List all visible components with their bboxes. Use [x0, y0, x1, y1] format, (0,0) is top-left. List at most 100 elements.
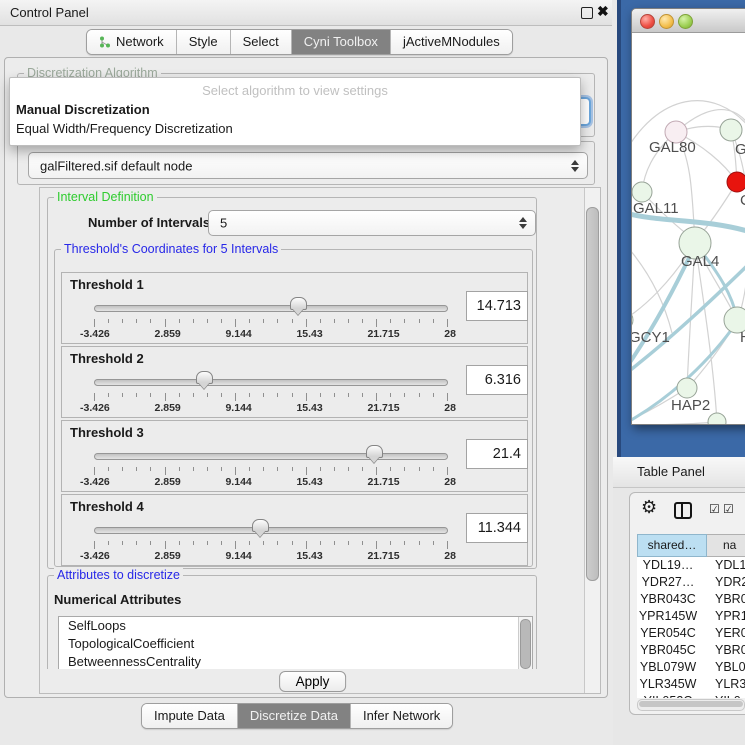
slider-handle[interactable]	[290, 297, 307, 310]
cell-shared-name[interactable]: YDL19…	[637, 557, 699, 574]
cell-name[interactable]: YDR2	[699, 574, 745, 591]
table-row[interactable]: YIL052CYIL0	[637, 693, 745, 698]
cell-shared-name[interactable]: YLR345W	[637, 676, 699, 693]
table-data-combobox[interactable]: galFiltered.sif default node	[28, 152, 588, 179]
tab-select[interactable]: Select	[231, 30, 292, 54]
checkbox-icon[interactable]: ☑	[723, 502, 734, 516]
tab-cyni-toolbox[interactable]: Cyni Toolbox	[292, 30, 391, 54]
combo-arrows-icon	[571, 160, 579, 172]
attribute-item[interactable]: SelfLoops	[59, 617, 532, 635]
cell-name[interactable]: YLR3	[699, 676, 745, 693]
threshold-slider[interactable]: -3.4262.8599.14415.4321.71528	[94, 517, 448, 563]
network-node[interactable]	[727, 172, 745, 192]
window-zoom-icon[interactable]	[678, 14, 693, 29]
cell-name[interactable]: YPR1	[699, 608, 745, 625]
cell-name[interactable]: YBR0	[699, 642, 745, 659]
slider-handle[interactable]	[252, 519, 269, 532]
number-of-intervals-combobox[interactable]: 5	[208, 210, 536, 236]
close-icon[interactable]: ✖	[597, 3, 609, 20]
threshold-label: Threshold 1	[70, 277, 144, 292]
window-minimize-icon[interactable]	[659, 14, 674, 29]
slider-ticks	[94, 541, 448, 550]
threshold-slider[interactable]: -3.4262.8599.14415.4321.71528	[94, 295, 448, 341]
popup-hint: Select algorithm to view settings	[10, 83, 580, 98]
threshold-value-input[interactable]: 6.316	[466, 365, 528, 395]
attribute-item[interactable]: TopologicalCoefficient	[59, 635, 532, 653]
tab-infer-network[interactable]: Infer Network	[351, 704, 452, 728]
cell-name[interactable]: YIL0	[699, 693, 745, 698]
tick-label: 2.859	[154, 550, 180, 562]
cell-shared-name[interactable]: YBR045C	[637, 642, 699, 659]
column-header-name[interactable]: na	[707, 534, 745, 557]
numerical-attributes-list[interactable]: SelfLoopsTopologicalCoefficientBetweenne…	[58, 616, 533, 674]
table-panel-title: Table Panel	[637, 464, 705, 479]
table-data-group: Table Data galFiltered.sif default node	[17, 141, 595, 185]
apply-band: Apply	[40, 669, 585, 693]
network-node[interactable]	[720, 119, 742, 141]
cell-name[interactable]: YBL0	[699, 659, 745, 676]
table-row[interactable]: YER054CYER0	[637, 625, 745, 642]
cell-name[interactable]: YBR0	[699, 591, 745, 608]
tab-style[interactable]: Style	[177, 30, 231, 54]
window-close-icon[interactable]	[640, 14, 655, 29]
threshold-panel: Threshold 2 -3.4262.8599.14415.4321.7152…	[61, 346, 528, 418]
network-icon	[99, 36, 111, 48]
cell-name[interactable]: YDL1	[699, 557, 745, 574]
cell-shared-name[interactable]: YIL052C	[637, 693, 699, 698]
table-rows: YDL19…YDL1YDR27…YDR2YBR043CYBR0YPR145WYP…	[637, 557, 745, 698]
table-row[interactable]: YBR043CYBR0	[637, 591, 745, 608]
settings-scrollbar[interactable]	[584, 188, 600, 693]
popup-item-manual-discretization[interactable]: Manual Discretization	[16, 102, 150, 117]
slider-handle[interactable]	[366, 445, 383, 458]
network-node[interactable]	[677, 378, 697, 398]
column-layout-icon[interactable]	[674, 502, 692, 519]
threshold-slider[interactable]: -3.4262.8599.14415.4321.71528	[94, 369, 448, 415]
apply-button[interactable]: Apply	[279, 671, 347, 692]
table-data-value: galFiltered.sif default node	[40, 158, 192, 173]
table-row[interactable]: YBR045CYBR0	[637, 642, 745, 659]
tick-label: -3.426	[80, 550, 110, 562]
cell-shared-name[interactable]: YER054C	[637, 625, 699, 642]
node-label: HAP2	[671, 397, 710, 414]
cell-name[interactable]: YER0	[699, 625, 745, 642]
tick-label: -3.426	[80, 402, 110, 414]
node-label: GAL80	[649, 139, 696, 156]
slider-handle[interactable]	[196, 371, 213, 384]
cell-shared-name[interactable]: YBR043C	[637, 591, 699, 608]
table-h-scrollbar[interactable]	[637, 699, 745, 711]
float-window-icon[interactable]	[581, 7, 593, 19]
table-row[interactable]: YLR345WYLR3	[637, 676, 745, 693]
network-node[interactable]	[708, 413, 726, 424]
cell-shared-name[interactable]: YPR145W	[637, 608, 699, 625]
table-row[interactable]: YDR27…YDR2	[637, 574, 745, 591]
cell-shared-name[interactable]: YDR27…	[637, 574, 699, 591]
table-row[interactable]: YPR145WYPR1	[637, 608, 745, 625]
node-label: H	[740, 329, 745, 346]
threshold-slider[interactable]: -3.4262.8599.14415.4321.71528	[94, 443, 448, 489]
threshold-value-input[interactable]: 14.713	[466, 291, 528, 321]
tab-impute-data[interactable]: Impute Data	[142, 704, 238, 728]
network-node[interactable]	[632, 182, 652, 202]
gear-icon[interactable]: ⚙	[641, 497, 657, 518]
network-window-titlebar[interactable]	[632, 9, 745, 33]
attributes-list-scrollbar[interactable]	[518, 617, 532, 673]
cell-shared-name[interactable]: YBL079W	[637, 659, 699, 676]
tick-label: 2.859	[154, 402, 180, 414]
threshold-value-input[interactable]: 21.4	[466, 439, 528, 469]
network-graph: GAL80GACGAL11GAL4GCY1HHAP2	[632, 33, 745, 424]
tab-discretize-data[interactable]: Discretize Data	[238, 704, 351, 728]
tab-jactivemnodules[interactable]: jActiveMNodules	[391, 30, 512, 54]
threshold-value-input[interactable]: 11.344	[466, 513, 528, 543]
thresholds-legend: Threshold's Coordinates for 5 Intervals	[61, 242, 281, 256]
settings-scrollbar-thumb[interactable]	[586, 207, 599, 581]
checkbox-icon[interactable]: ☑	[709, 502, 720, 516]
network-canvas[interactable]: GAL80GACGAL11GAL4GCY1HHAP2	[632, 33, 745, 424]
number-of-intervals-value: 5	[220, 216, 227, 231]
node-label: GA	[735, 141, 745, 158]
table-row[interactable]: YBL079WYBL0	[637, 659, 745, 676]
popup-item-equal-width-frequency[interactable]: Equal Width/Frequency Discretization	[16, 121, 233, 136]
tab-label: jActiveMNodules	[403, 30, 500, 54]
table-row[interactable]: YDL19…YDL1	[637, 557, 745, 574]
column-header-shared[interactable]: shared…	[637, 534, 707, 557]
tab-network[interactable]: Network	[87, 30, 177, 54]
